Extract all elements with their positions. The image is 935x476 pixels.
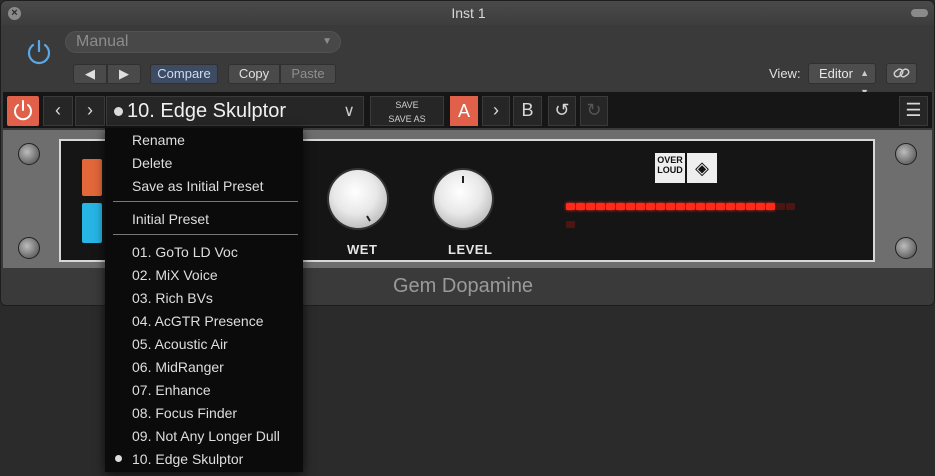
meter-led (736, 203, 745, 210)
hamburger-icon: ☰ (905, 100, 922, 120)
menu-item-preset[interactable]: 08. Focus Finder (132, 405, 237, 421)
redo-icon: ↻ (586, 100, 602, 120)
chevron-left-icon: ‹ (55, 100, 61, 120)
link-icon (893, 68, 910, 78)
meter-led (776, 203, 785, 210)
chevron-down-icon: ∨ (343, 103, 355, 120)
meter-led (666, 203, 675, 210)
save-button[interactable]: SAVE (371, 98, 443, 112)
meter-led (746, 203, 755, 210)
chevron-right-icon: › (87, 100, 93, 120)
plugin-power-button[interactable] (7, 96, 39, 126)
meter-led (766, 203, 775, 210)
menu-item-save-initial[interactable]: Save as Initial Preset (132, 178, 264, 194)
power-icon (14, 100, 32, 121)
meter-led (586, 203, 595, 210)
menu-item-preset[interactable]: 01. GoTo LD Voc (132, 244, 238, 260)
meter-led (576, 203, 585, 210)
plugin-menu-button[interactable]: ☰ (899, 96, 928, 126)
selected-indicator-dot (115, 455, 122, 462)
chevron-down-icon: ▼ (322, 36, 332, 47)
copy-a-to-b-button[interactable]: › (482, 96, 510, 126)
next-preset-button[interactable]: › (75, 96, 105, 126)
wet-label: WET (347, 242, 378, 257)
menu-divider (113, 234, 298, 235)
undo-icon: ↺ (554, 100, 570, 120)
prev-preset-button[interactable]: ‹ (43, 96, 73, 126)
meter-led (786, 203, 795, 210)
close-icon[interactable]: × (8, 7, 21, 20)
meter-led (616, 203, 625, 210)
meter-led (656, 203, 665, 210)
menu-item-preset[interactable]: 02. MiX Voice (132, 267, 218, 283)
cyan-mode-button[interactable] (82, 203, 102, 243)
meter-led (716, 203, 725, 210)
menu-item-preset[interactable]: 09. Not Any Longer Dull (132, 428, 280, 444)
view-select[interactable]: Editor ▲▼ (808, 63, 876, 97)
screw-icon (895, 237, 917, 259)
a-slot-button[interactable]: A (450, 96, 478, 126)
menu-item-preset[interactable]: 06. MidRanger (132, 359, 224, 375)
menu-item-preset-selected[interactable]: 10. Edge Skulptor (132, 451, 243, 467)
save-buttons: SAVE SAVE AS (370, 96, 444, 126)
link-button[interactable] (886, 63, 917, 84)
meter-led (566, 221, 575, 228)
menu-item-preset[interactable]: 05. Acoustic Air (132, 336, 228, 352)
meter-led (756, 203, 765, 210)
meter-led (596, 203, 605, 210)
paste-button[interactable]: Paste (280, 64, 336, 84)
meter-led (686, 203, 695, 210)
meter-led (726, 203, 735, 210)
meter-led (606, 203, 615, 210)
meter-led (636, 203, 645, 210)
host-next-preset-button[interactable]: ▶ (107, 64, 141, 84)
menu-item-rename[interactable]: Rename (132, 132, 185, 148)
preset-indicator-dot (114, 107, 123, 116)
screw-icon (895, 143, 917, 165)
b-slot-button[interactable]: B (513, 96, 542, 126)
preset-dropdown-menu: Rename Delete Save as Initial Preset Ini… (105, 128, 303, 472)
menu-item-preset[interactable]: 07. Enhance (132, 382, 211, 398)
host-preset-value: Manual (76, 33, 129, 50)
save-as-button[interactable]: SAVE AS (371, 112, 443, 126)
level-meter (566, 197, 804, 228)
meter-led (676, 203, 685, 210)
compare-button[interactable]: Compare (150, 64, 218, 84)
gem-logo-icon: ◈ (687, 153, 717, 183)
knob-pointer-icon (366, 215, 371, 222)
host-prev-preset-button[interactable]: ◀ (73, 64, 107, 84)
window-title: Inst 1 (451, 5, 486, 21)
menu-item-delete[interactable]: Delete (132, 155, 172, 171)
screw-icon (18, 237, 40, 259)
preset-name: 10. Edge Skulptor (127, 100, 286, 122)
menu-divider (113, 201, 298, 202)
host-preset-menu[interactable]: Manual ▼ (65, 31, 341, 53)
meter-led (696, 203, 705, 210)
menu-item-preset[interactable]: 04. AcGTR Presence (132, 313, 264, 329)
preset-selector[interactable]: 10. Edge Skulptor ∨ (106, 96, 364, 126)
power-icon[interactable] (24, 37, 54, 67)
meter-led (626, 203, 635, 210)
orange-mode-button[interactable] (82, 159, 102, 196)
level-knob[interactable] (434, 170, 492, 228)
undo-button[interactable]: ↺ (548, 96, 576, 126)
level-label: LEVEL (448, 242, 493, 257)
view-select-value: Editor (819, 66, 853, 81)
meter-led (706, 203, 715, 210)
meter-led (646, 203, 655, 210)
menu-item-initial-preset[interactable]: Initial Preset (132, 211, 209, 227)
chevron-right-icon: › (493, 100, 499, 120)
minimize-button[interactable] (911, 9, 928, 17)
menu-item-preset[interactable]: 03. Rich BVs (132, 290, 213, 306)
copy-button[interactable]: Copy (228, 64, 280, 84)
view-label: View: (769, 66, 801, 81)
overloud-logo: OVER LOUD (655, 153, 685, 183)
meter-led (566, 203, 575, 210)
redo-button[interactable]: ↻ (580, 96, 608, 126)
screw-icon (18, 143, 40, 165)
product-name: Gem Dopamine (393, 275, 534, 297)
knob-pointer-icon (462, 176, 464, 183)
wet-knob[interactable] (329, 170, 387, 228)
